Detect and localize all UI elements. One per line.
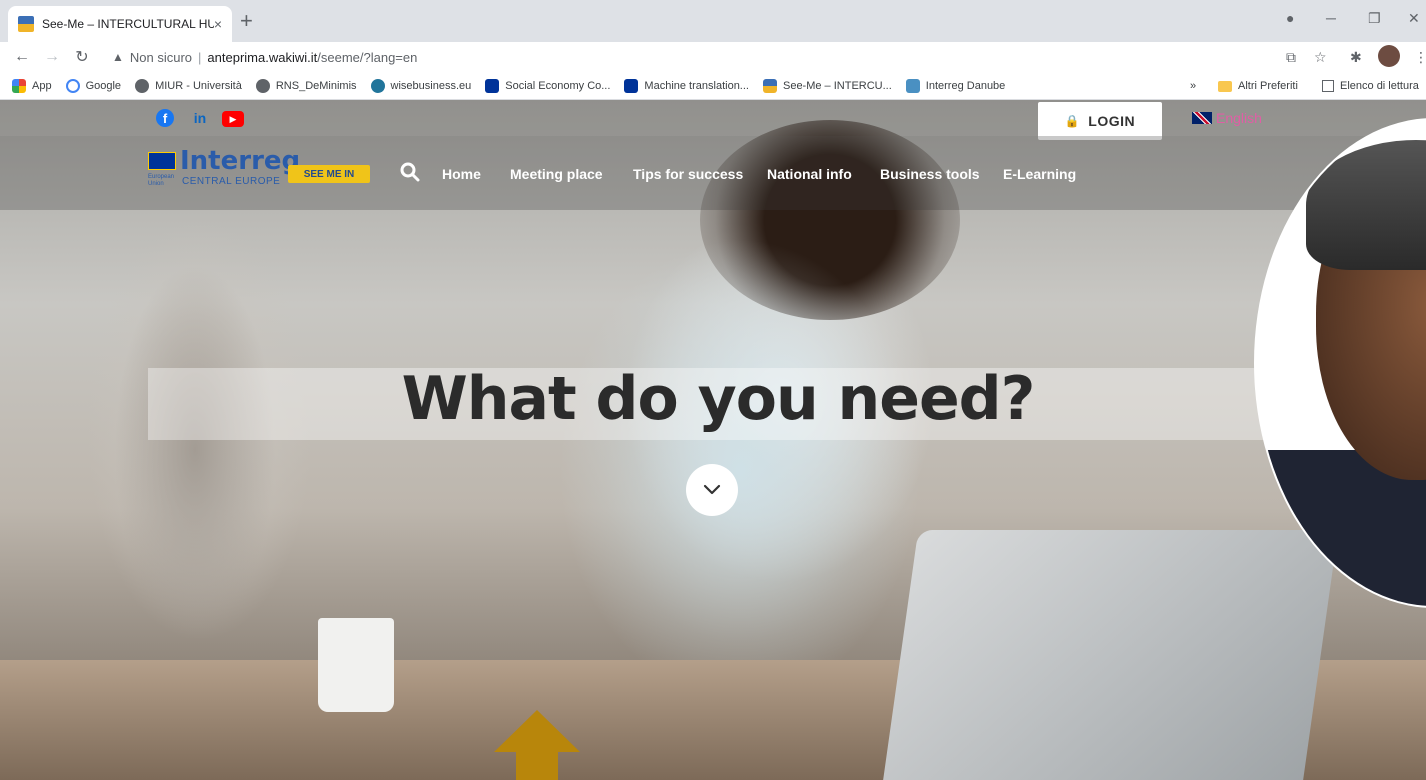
tab-title: See-Me – INTERCULTURAL HUB — [42, 17, 214, 31]
logo-text: Interreg — [180, 146, 301, 176]
interreg-logo[interactable]: Interreg European Union CENTRAL EUROPE — [148, 146, 301, 187]
bookmark-item[interactable]: Google — [65, 78, 122, 93]
address-host: anteprima.wakiwi.it — [207, 49, 318, 65]
close-window-icon[interactable]: ✕ — [1408, 10, 1420, 27]
bookmark-item[interactable]: See-Me – INTERCU... — [762, 78, 892, 93]
bookmark-star-icon[interactable]: ☆ — [1314, 49, 1327, 66]
bookmarks-overflow-icon[interactable]: » — [1190, 72, 1196, 100]
browser-toolbar: ← → ↻ ▲ Non sicuro | anteprima.wakiwi.it… — [0, 42, 1426, 72]
address-separator: | — [198, 49, 202, 65]
translate-icon[interactable]: ⧉ — [1286, 49, 1296, 66]
forward-icon[interactable]: → — [44, 48, 60, 66]
bookmark-label: MIUR - Università — [155, 79, 242, 92]
uk-flag-icon — [1192, 112, 1212, 124]
page-viewport: f in ▶ 🔒 LOGIN English Interreg European… — [0, 100, 1426, 780]
apps-grid-icon — [12, 78, 26, 93]
chevron-down-icon — [703, 484, 721, 495]
search-icon[interactable] — [400, 162, 420, 182]
restore-icon[interactable]: ❐ — [1368, 10, 1381, 27]
bookmark-label: Machine translation... — [644, 79, 749, 92]
youtube-icon[interactable]: ▶ — [222, 111, 244, 127]
nav-national-info[interactable]: National info — [767, 166, 852, 182]
bookmark-label: Google — [85, 79, 122, 92]
bookmark-label: App — [32, 79, 52, 92]
nav-tips-for-success[interactable]: Tips for success — [633, 166, 743, 182]
new-tab-icon[interactable]: + — [240, 10, 253, 32]
wordpress-icon — [370, 78, 385, 93]
site-favicon-icon — [762, 78, 777, 93]
tab-close-icon[interactable]: × — [214, 16, 222, 32]
bookmark-item[interactable]: Interreg Danube — [905, 78, 1006, 93]
lock-icon: 🔒 — [1064, 114, 1081, 128]
login-label: LOGIN — [1088, 113, 1136, 129]
browser-tab[interactable]: See-Me – INTERCULTURAL HUB × — [8, 6, 232, 42]
profile-avatar[interactable] — [1378, 45, 1400, 67]
back-icon[interactable]: ← — [14, 48, 30, 66]
extensions-icon[interactable]: ✱ — [1350, 49, 1362, 66]
bookmark-label: Social Economy Co... — [505, 79, 611, 92]
hero-mannequin-shape — [90, 220, 300, 680]
menu-dots-icon[interactable]: ⋮ — [1414, 49, 1426, 66]
hero-title: What do you need? — [401, 364, 1036, 434]
address-path: /seeme/?lang=en — [317, 49, 418, 65]
reading-list-label: Elenco di lettura — [1340, 80, 1419, 92]
browser-tabstrip: See-Me – INTERCULTURAL HUB × + ● ─ ❐ ✕ — [0, 0, 1426, 42]
language-label: English — [1216, 110, 1262, 126]
interreg-danube-icon — [905, 78, 920, 93]
arrow-up-icon — [494, 710, 580, 780]
bookmark-item[interactable]: MIUR - Università — [135, 78, 242, 93]
logo-eu: European Union — [148, 174, 175, 187]
login-button[interactable]: 🔒 LOGIN — [1038, 102, 1162, 140]
bookmark-label: wisebusiness.eu — [390, 79, 472, 92]
reload-icon[interactable]: ↻ — [74, 47, 90, 67]
eu-flag-icon — [485, 78, 500, 93]
facebook-icon[interactable]: f — [156, 109, 174, 127]
linkedin-icon[interactable]: in — [190, 109, 210, 127]
other-bookmarks-label: Altri Preferiti — [1238, 80, 1298, 92]
nav-home[interactable]: Home — [442, 166, 481, 182]
nav-e-learning[interactable]: E-Learning — [1003, 166, 1076, 182]
bookmark-item[interactable]: App — [12, 78, 52, 93]
google-icon — [65, 78, 80, 93]
nav-meeting-place[interactable]: Meeting place — [510, 166, 603, 182]
nav-business-tools[interactable]: Business tools — [880, 166, 980, 182]
minimize-icon[interactable]: ─ — [1326, 10, 1336, 26]
bookmark-item[interactable]: wisebusiness.eu — [370, 78, 472, 93]
warning-icon: ▲ — [112, 50, 124, 64]
eu-flag-icon — [148, 152, 176, 170]
hero-person-shape — [560, 240, 920, 700]
site-favicon-icon — [18, 16, 34, 32]
bookmark-label: RNS_DeMinimis — [275, 79, 357, 92]
bookmark-label: See-Me – INTERCU... — [782, 79, 892, 92]
eu-flag-icon — [624, 78, 639, 93]
bookmark-item[interactable]: Machine translation... — [624, 78, 749, 93]
bookmarks-bar: App Google MIUR - Università RNS_DeMinim… — [0, 72, 1426, 100]
folder-icon — [1218, 80, 1232, 92]
scroll-down-button[interactable] — [686, 464, 738, 516]
see-me-in-badge[interactable]: SEE ME IN — [288, 165, 370, 183]
security-label: Non sicuro — [129, 49, 193, 65]
profile-dot-icon[interactable]: ● — [1286, 10, 1294, 26]
language-selector[interactable]: English — [1192, 110, 1262, 126]
reading-list[interactable]: Elenco di lettura — [1322, 72, 1419, 100]
bookmark-label: Interreg Danube — [925, 79, 1006, 92]
hero-mug-shape — [318, 618, 394, 712]
other-bookmarks[interactable]: Altri Preferiti — [1218, 72, 1298, 100]
bookmark-item[interactable]: RNS_DeMinimis — [255, 78, 357, 93]
address-bar[interactable]: ▲ Non sicuro | anteprima.wakiwi.it/seeme… — [100, 44, 1280, 70]
logo-subtitle: CENTRAL EUROPE — [182, 176, 281, 187]
reading-list-icon — [1322, 80, 1334, 92]
bookmark-item[interactable]: Social Economy Co... — [485, 78, 611, 93]
globe-icon — [135, 78, 150, 93]
globe-icon — [255, 78, 270, 93]
